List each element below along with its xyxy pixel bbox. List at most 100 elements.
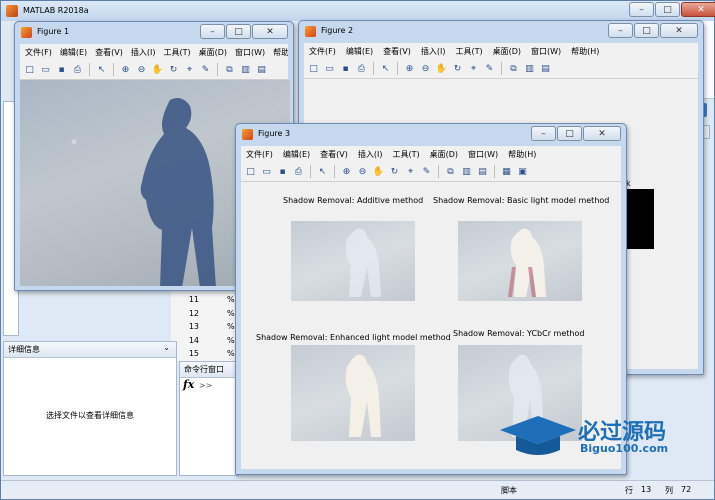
figure3-title-bar[interactable]: Figure 3 – □ ✕ — [236, 124, 626, 144]
chevron-down-icon[interactable]: ⌄ — [163, 343, 170, 352]
menu-tools[interactable]: 工具(T) — [163, 47, 190, 58]
menu-tools[interactable]: 工具(T) — [392, 149, 419, 160]
menu-help[interactable]: 帮助(H) — [273, 47, 288, 58]
menu-insert[interactable]: 插入(I) — [421, 46, 446, 57]
menu-view[interactable]: 查看(V) — [95, 47, 123, 58]
figure2-close-button[interactable]: ✕ — [660, 23, 698, 38]
figure3-title: Figure 3 — [258, 129, 291, 138]
pointer-icon[interactable]: ↖ — [95, 63, 108, 76]
hide-plot-tools-icon[interactable]: ▦ — [500, 165, 513, 178]
colorbar-icon[interactable]: ▥ — [523, 62, 536, 75]
graduation-cap-icon — [500, 416, 576, 455]
new-figure-icon[interactable]: □ — [23, 63, 36, 76]
subplot-image-enhanced — [291, 345, 415, 441]
data-cursor-icon[interactable]: ⌖ — [183, 63, 196, 76]
menu-insert[interactable]: 插入(I) — [131, 47, 156, 58]
menu-view[interactable]: 查看(V) — [320, 149, 348, 160]
menu-window[interactable]: 窗口(W) — [531, 46, 561, 57]
colorbar-icon[interactable]: ▥ — [460, 165, 473, 178]
rotate-icon[interactable]: ↻ — [451, 62, 464, 75]
zoom-in-icon[interactable]: ⊕ — [403, 62, 416, 75]
menu-desktop[interactable]: 桌面(D) — [199, 47, 227, 58]
open-icon[interactable]: ▭ — [39, 63, 52, 76]
menu-view[interactable]: 查看(V) — [383, 46, 411, 57]
link-icon[interactable]: ⧉ — [444, 165, 457, 178]
figure1-title-bar[interactable]: Figure 1 – □ ✕ — [15, 22, 293, 42]
figure1-close-button[interactable]: ✕ — [252, 24, 288, 39]
command-window[interactable]: 命令行窗口 fx >> — [179, 361, 239, 476]
pan-icon[interactable]: ✋ — [372, 165, 385, 178]
menu-file[interactable]: 文件(F) — [25, 47, 52, 58]
fx-icon[interactable]: fx — [183, 378, 194, 391]
legend-icon[interactable]: ▤ — [476, 165, 489, 178]
rotate-icon[interactable]: ↻ — [388, 165, 401, 178]
save-icon[interactable]: ▪ — [276, 165, 289, 178]
link-icon[interactable]: ⧉ — [223, 63, 236, 76]
main-maximize-button[interactable]: □ — [655, 2, 680, 17]
figure1-maximize-button[interactable]: □ — [226, 24, 251, 39]
figure3-close-button[interactable]: ✕ — [583, 126, 621, 141]
figure2-minimize-button[interactable]: – — [608, 23, 633, 38]
menu-file[interactable]: 文件(F) — [309, 46, 336, 57]
line-number: 12 — [188, 308, 199, 318]
rotate-icon[interactable]: ↻ — [167, 63, 180, 76]
print-icon[interactable]: ⎙ — [71, 63, 84, 76]
open-icon[interactable]: ▭ — [323, 62, 336, 75]
figure3-maximize-button[interactable]: □ — [557, 126, 582, 141]
menu-edit[interactable]: 编辑(E) — [60, 47, 87, 58]
print-icon[interactable]: ⎙ — [355, 62, 368, 75]
zoom-in-icon[interactable]: ⊕ — [340, 165, 353, 178]
menu-desktop[interactable]: 桌面(D) — [430, 149, 458, 160]
zoom-out-icon[interactable]: ⊖ — [419, 62, 432, 75]
new-figure-icon[interactable]: □ — [244, 165, 257, 178]
figure1-title: Figure 1 — [37, 27, 70, 36]
menu-tools[interactable]: 工具(T) — [455, 46, 482, 57]
figure2-maximize-button[interactable]: □ — [634, 23, 659, 38]
figure1-menubar: 文件(F) 编辑(E) 查看(V) 插入(I) 工具(T) 桌面(D) 窗口(W… — [20, 44, 288, 60]
pan-icon[interactable]: ✋ — [151, 63, 164, 76]
zoom-out-icon[interactable]: ⊖ — [356, 165, 369, 178]
brush-icon[interactable]: ✎ — [420, 165, 433, 178]
menu-help[interactable]: 帮助(H) — [508, 149, 536, 160]
colorbar-icon[interactable]: ▥ — [239, 63, 252, 76]
print-icon[interactable]: ⎙ — [292, 165, 305, 178]
menu-desktop[interactable]: 桌面(D) — [493, 46, 521, 57]
save-icon[interactable]: ▪ — [55, 63, 68, 76]
menu-edit[interactable]: 编辑(E) — [346, 46, 373, 57]
brush-icon[interactable]: ✎ — [483, 62, 496, 75]
zoom-out-icon[interactable]: ⊖ — [135, 63, 148, 76]
menu-insert[interactable]: 插入(I) — [358, 149, 383, 160]
watermark-logo: 必过源码 Biguo100.com — [498, 412, 698, 462]
figure3-minimize-button[interactable]: – — [531, 126, 556, 141]
figure2-title-bar[interactable]: Figure 2 – □ ✕ — [299, 21, 703, 41]
menu-edit[interactable]: 编辑(E) — [283, 149, 310, 160]
save-icon[interactable]: ▪ — [339, 62, 352, 75]
data-cursor-icon[interactable]: ⌖ — [404, 165, 417, 178]
pan-icon[interactable]: ✋ — [435, 62, 448, 75]
menu-window[interactable]: 窗口(W) — [468, 149, 498, 160]
pointer-icon[interactable]: ↖ — [379, 62, 392, 75]
figure1-minimize-button[interactable]: – — [200, 24, 225, 39]
show-plot-tools-icon[interactable]: ▣ — [516, 165, 529, 178]
link-icon[interactable]: ⧉ — [507, 62, 520, 75]
pointer-icon[interactable]: ↖ — [316, 165, 329, 178]
menu-file[interactable]: 文件(F) — [246, 149, 273, 160]
zoom-in-icon[interactable]: ⊕ — [119, 63, 132, 76]
data-cursor-icon[interactable]: ⌖ — [467, 62, 480, 75]
legend-icon[interactable]: ▤ — [255, 63, 268, 76]
menu-help[interactable]: 帮助(H) — [571, 46, 599, 57]
figure2-toolbar: □ ▭ ▪ ⎙ ↖ ⊕ ⊖ ✋ ↻ ⌖ ✎ ⧉ ▥ ▤ — [304, 59, 698, 79]
legend-icon[interactable]: ▤ — [539, 62, 552, 75]
main-close-button[interactable]: ✕ — [681, 2, 715, 17]
subplot-title: Shadow Removal: YCbCr method — [453, 329, 585, 338]
status-row: 13 — [641, 485, 652, 494]
main-minimize-button[interactable]: – — [629, 2, 654, 17]
figure2-menubar: 文件(F) 编辑(E) 查看(V) 插入(I) 工具(T) 桌面(D) 窗口(W… — [304, 43, 698, 59]
main-title-bar[interactable]: MATLAB R2018a – □ ✕ — [1, 1, 715, 21]
open-icon[interactable]: ▭ — [260, 165, 273, 178]
menu-window[interactable]: 窗口(W) — [235, 47, 265, 58]
new-figure-icon[interactable]: □ — [307, 62, 320, 75]
figure3-menubar: 文件(F) 编辑(E) 查看(V) 插入(I) 工具(T) 桌面(D) 窗口(W… — [241, 146, 621, 162]
editor-gutter: 11 12 13 14 15 % % % % % — [171, 291, 241, 361]
brush-icon[interactable]: ✎ — [199, 63, 212, 76]
